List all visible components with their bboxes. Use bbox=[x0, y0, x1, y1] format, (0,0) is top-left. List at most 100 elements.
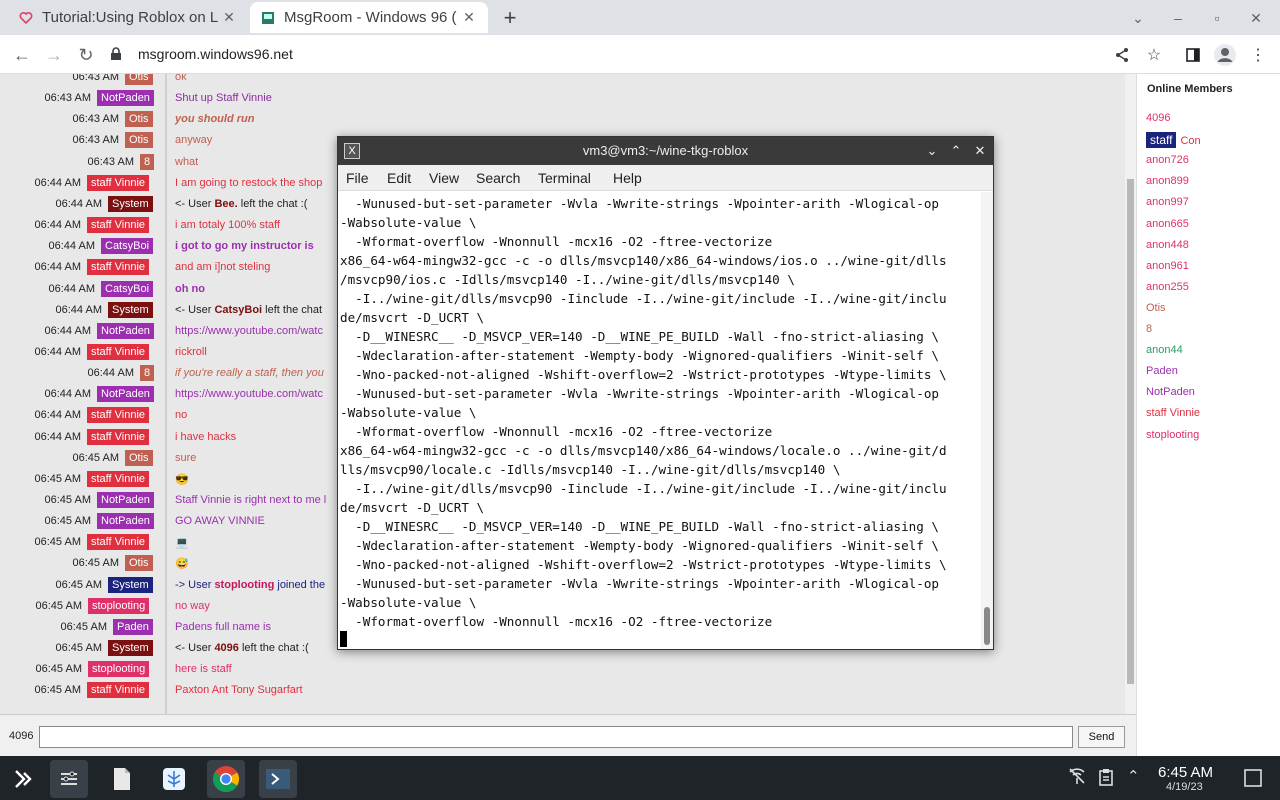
terminal-scrollbar[interactable] bbox=[981, 192, 993, 649]
menu-view[interactable]: View bbox=[429, 170, 459, 186]
bookmark-star-icon[interactable]: ☆ bbox=[1142, 43, 1166, 67]
close-tab-icon[interactable]: ✕ bbox=[460, 9, 478, 27]
share-icon[interactable] bbox=[1110, 43, 1134, 67]
back-arrow-icon[interactable]: ← bbox=[9, 42, 35, 68]
tray-expand-chevron-icon[interactable]: ⌃ bbox=[1127, 767, 1140, 785]
close-tab-icon[interactable]: ✕ bbox=[220, 9, 238, 27]
member-item[interactable]: staff Vinnie bbox=[1146, 407, 1200, 419]
message-nick-badge[interactable]: System bbox=[108, 640, 153, 657]
member-item[interactable]: anon255 bbox=[1146, 281, 1189, 293]
terminal-line: -Wformat-overflow -Wnonnull -mcx16 -O2 -… bbox=[340, 234, 773, 249]
message-nick-badge[interactable]: Paden bbox=[113, 618, 153, 635]
terminal-menubar: File Edit View Search Terminal Help bbox=[338, 165, 993, 191]
message-nick-badge[interactable]: Otis bbox=[125, 132, 153, 149]
profile-avatar-icon[interactable] bbox=[1213, 43, 1237, 67]
message-nick-badge[interactable]: staff Vinnie bbox=[87, 682, 150, 699]
menu-file[interactable]: File bbox=[346, 170, 369, 186]
menu-terminal[interactable]: Terminal bbox=[538, 170, 591, 186]
member-item[interactable]: anon665 bbox=[1146, 218, 1189, 230]
member-item[interactable]: anon448 bbox=[1146, 239, 1189, 251]
menu-search[interactable]: Search bbox=[476, 170, 520, 186]
message-nick-badge[interactable]: Otis bbox=[125, 555, 153, 572]
member-item[interactable]: anon44 bbox=[1146, 344, 1183, 356]
side-panel-icon[interactable] bbox=[1181, 43, 1205, 67]
system-settings-icon[interactable] bbox=[50, 760, 88, 798]
chat-message-row: 06:45 AM staff Vinnie Paxton Ant Tony Suga… bbox=[0, 680, 1125, 701]
forward-arrow-icon[interactable]: → bbox=[41, 42, 67, 68]
member-item[interactable]: staff Con bbox=[1146, 132, 1201, 149]
message-nick-badge[interactable]: CatsyBoi bbox=[101, 280, 154, 297]
minimize-icon[interactable]: ⌄ bbox=[923, 142, 941, 160]
tab-search-chevron-icon[interactable]: ⌄ bbox=[1126, 6, 1150, 30]
member-item[interactable]: NotPaden bbox=[1146, 386, 1195, 398]
address-bar[interactable]: msgroom.windows96.net bbox=[108, 39, 1138, 69]
show-desktop-icon[interactable] bbox=[1244, 769, 1262, 792]
file-manager-icon[interactable] bbox=[103, 760, 141, 798]
app-launcher-icon[interactable] bbox=[4, 760, 42, 798]
member-item[interactable]: anon726 bbox=[1146, 154, 1189, 166]
send-button[interactable]: Send bbox=[1078, 726, 1125, 748]
terminal-titlebar[interactable]: X vm3@vm3:~/wine-tkg-roblox ⌄ ⌃ ✕ bbox=[338, 137, 993, 165]
message-nick-badge[interactable]: NotPaden bbox=[97, 513, 154, 530]
message-nick-badge[interactable]: NotPaden bbox=[97, 492, 154, 508]
terminal-output[interactable]: -Wunused-but-set-parameter -Wvla -Wwrite… bbox=[338, 192, 981, 649]
message-nick-badge[interactable]: Otis bbox=[125, 74, 153, 85]
menu-help[interactable]: Help bbox=[613, 170, 642, 186]
kebab-menu-icon[interactable]: ⋮ bbox=[1246, 43, 1270, 67]
message-nick-badge[interactable]: staff Vinnie bbox=[87, 259, 150, 276]
message-nick-badge[interactable]: staff Vinnie bbox=[87, 174, 150, 191]
new-tab-button[interactable]: + bbox=[498, 5, 522, 30]
close-window-icon[interactable]: ✕ bbox=[1244, 6, 1268, 30]
tab-msgroom[interactable]: MsgRoom - Windows 96 ( ✕ bbox=[250, 2, 488, 33]
close-icon[interactable]: ✕ bbox=[971, 142, 989, 160]
message-nick-badge[interactable]: stoplooting bbox=[88, 661, 150, 678]
message-input-bar: 4096 Send bbox=[0, 714, 1136, 756]
maximize-icon[interactable]: ▫ bbox=[1205, 6, 1229, 30]
member-item[interactable]: anon961 bbox=[1146, 260, 1189, 272]
page-scrollbar-thumb[interactable] bbox=[1127, 179, 1134, 684]
member-item[interactable]: anon997 bbox=[1146, 196, 1189, 208]
member-item[interactable]: stoplooting bbox=[1146, 429, 1199, 441]
member-item[interactable]: anon899 bbox=[1146, 175, 1189, 187]
maximize-icon[interactable]: ⌃ bbox=[947, 142, 965, 160]
minimize-icon[interactable]: – bbox=[1166, 6, 1190, 30]
message-nick-badge[interactable]: staff Vinnie bbox=[87, 428, 150, 445]
message-nick-badge[interactable]: Otis bbox=[125, 111, 153, 128]
message-nick-badge[interactable]: NotPaden bbox=[97, 90, 154, 107]
message-text: <- User Bee. left the chat :( bbox=[175, 197, 308, 210]
member-item[interactable]: 8 bbox=[1146, 323, 1152, 335]
message-nick-badge[interactable]: System bbox=[108, 576, 153, 593]
member-item[interactable]: Paden bbox=[1146, 365, 1178, 377]
message-nick-badge[interactable]: staff Vinnie bbox=[87, 470, 150, 487]
menu-edit[interactable]: Edit bbox=[387, 170, 411, 186]
clock-time[interactable]: 6:45 AM bbox=[1158, 764, 1213, 781]
message-nick-badge[interactable]: stoplooting bbox=[88, 597, 150, 614]
message-nick-badge[interactable]: staff Vinnie bbox=[87, 534, 150, 551]
member-item[interactable]: 4096 bbox=[1146, 112, 1170, 124]
message-nick-badge[interactable]: 8 bbox=[140, 153, 155, 170]
message-nick-badge[interactable]: staff Vinnie bbox=[87, 343, 150, 360]
message-nick-badge[interactable]: 8 bbox=[140, 365, 155, 382]
network-icon[interactable] bbox=[1067, 766, 1087, 791]
message-nick-badge[interactable]: staff Vinnie bbox=[87, 217, 150, 234]
message-nick-badge[interactable]: System bbox=[108, 195, 153, 212]
msgroom-icon bbox=[260, 10, 276, 26]
message-input[interactable] bbox=[39, 726, 1073, 748]
reload-icon[interactable]: ↻ bbox=[73, 42, 99, 68]
message-nick-badge[interactable]: staff Vinnie bbox=[87, 407, 150, 424]
app-store-icon[interactable] bbox=[155, 760, 193, 798]
page-scrollbar[interactable] bbox=[1125, 74, 1136, 714]
clock-date[interactable]: 4/19/23 bbox=[1166, 781, 1203, 793]
message-nick-badge[interactable]: NotPaden bbox=[97, 386, 154, 403]
message-nick-badge[interactable]: NotPaden bbox=[97, 322, 154, 339]
tab-roblox-tutorial[interactable]: Tutorial:Using Roblox on L ✕ bbox=[8, 2, 248, 33]
message-nick-badge[interactable]: CatsyBoi bbox=[101, 238, 154, 255]
message-nick-badge[interactable]: Otis bbox=[125, 449, 153, 466]
clipboard-icon[interactable] bbox=[1098, 768, 1114, 791]
konsole-terminal-icon[interactable] bbox=[259, 760, 297, 798]
current-nick-label[interactable]: 4096 bbox=[9, 730, 33, 742]
chrome-icon[interactable] bbox=[207, 760, 245, 798]
message-nick-badge[interactable]: System bbox=[108, 301, 153, 318]
terminal-scrollbar-thumb[interactable] bbox=[984, 607, 990, 645]
member-item[interactable]: Otis bbox=[1146, 302, 1166, 314]
